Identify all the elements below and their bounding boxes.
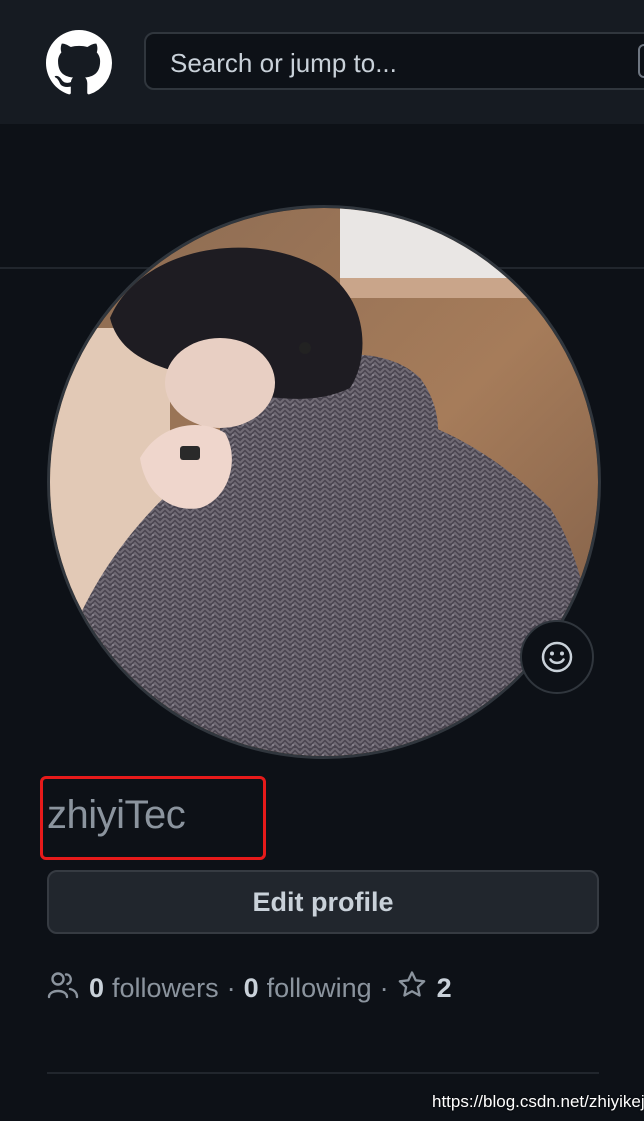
following-count[interactable]: 0 <box>244 973 259 1004</box>
edit-profile-button[interactable]: Edit profile <box>47 870 599 934</box>
top-header: Search or jump to... <box>0 0 644 124</box>
avatar[interactable] <box>47 205 601 759</box>
slash-key-icon <box>638 44 644 78</box>
highlight-box <box>40 776 266 860</box>
github-logo-icon[interactable] <box>46 30 112 96</box>
stars-count[interactable]: 2 <box>437 973 452 1004</box>
people-icon <box>47 971 79 1006</box>
profile-page: Search or jump to... zhiyiTec Edit profi… <box>0 0 644 1121</box>
star-icon[interactable] <box>397 970 427 1007</box>
followers-link[interactable]: followers <box>112 973 219 1004</box>
watermark-text: https://blog.csdn.net/zhiyikeji <box>432 1092 644 1111</box>
section-divider <box>47 1072 599 1074</box>
stats-separator: · <box>226 972 236 1003</box>
followers-count[interactable]: 0 <box>89 973 104 1004</box>
search-placeholder: Search or jump to... <box>170 48 397 78</box>
set-status-button[interactable] <box>520 620 594 694</box>
profile-stats: 0 followers · 0 following · 2 <box>47 968 460 1008</box>
stats-separator-2: · <box>379 972 389 1003</box>
search-input[interactable]: Search or jump to... <box>144 32 644 90</box>
following-link[interactable]: following <box>267 973 372 1004</box>
